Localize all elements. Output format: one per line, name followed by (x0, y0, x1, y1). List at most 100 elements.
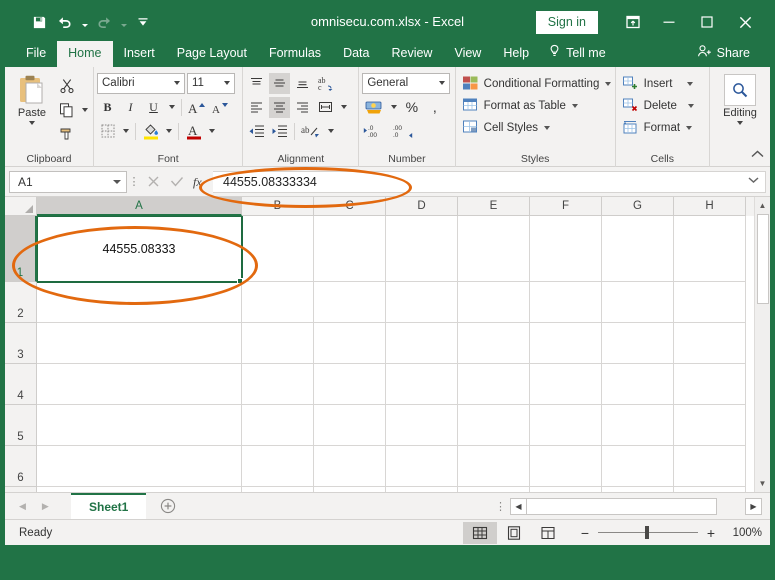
cell-f6[interactable] (530, 446, 602, 487)
underline-dropdown-icon[interactable] (166, 97, 177, 118)
number-format-combo[interactable]: General (362, 72, 451, 94)
delete-cells-button[interactable]: Delete (619, 95, 697, 117)
cancel-icon[interactable] (141, 171, 165, 193)
column-header-h[interactable]: H (674, 197, 746, 216)
cell-d3[interactable] (386, 323, 458, 364)
select-all-corner[interactable] (5, 197, 37, 216)
cell-f3[interactable] (530, 323, 602, 364)
undo-icon[interactable] (53, 10, 77, 34)
minimize-icon[interactable] (650, 8, 688, 36)
row-header-5[interactable]: 5 (5, 405, 37, 446)
cell-b2[interactable] (242, 282, 314, 323)
cell-d1[interactable] (386, 216, 458, 282)
orientation-icon[interactable]: ab c (315, 73, 339, 94)
cell-styles-dropdown-icon[interactable] (543, 126, 550, 130)
cell-f2[interactable] (530, 282, 602, 323)
merge-dropdown-icon[interactable] (338, 97, 349, 118)
page-layout-view-icon[interactable] (497, 522, 531, 544)
merge-center-dropdown-icon[interactable] (325, 121, 336, 142)
add-sheet-button[interactable] (146, 493, 190, 519)
redo-icon[interactable] (92, 10, 116, 34)
cell-a7[interactable] (37, 487, 242, 492)
copy-icon[interactable] (56, 99, 77, 120)
bold-button[interactable]: B (97, 97, 118, 118)
cell-a5[interactable] (37, 405, 242, 446)
cell-c1[interactable] (314, 216, 386, 282)
conditional-formatting-button[interactable]: Conditional Formatting (459, 73, 615, 95)
copy-dropdown-icon[interactable] (79, 99, 90, 120)
cell-styles-button[interactable]: Cell Styles (459, 117, 553, 139)
column-header-a[interactable]: A (37, 197, 242, 216)
cell-c5[interactable] (314, 405, 386, 446)
formula-input[interactable]: 44555.08333334 (213, 170, 766, 193)
percent-style-button[interactable]: % (401, 97, 422, 118)
wrap-text-icon[interactable] (315, 97, 336, 118)
cell-g5[interactable] (602, 405, 674, 446)
row-header-2[interactable]: 2 (5, 282, 37, 323)
column-header-b[interactable]: B (242, 197, 314, 216)
format-cells-button[interactable]: Format (619, 117, 695, 139)
name-box-dropdown-icon[interactable] (113, 180, 121, 184)
scroll-down-icon[interactable]: ▼ (755, 475, 771, 492)
font-size-dropdown-icon[interactable] (220, 81, 234, 85)
scroll-right-icon[interactable]: ▶ (745, 497, 762, 515)
paste-button[interactable]: Paste (8, 71, 56, 125)
decrease-font-size-button[interactable]: A (209, 97, 230, 118)
enter-icon[interactable] (165, 171, 189, 193)
cell-h5[interactable] (674, 405, 746, 446)
format-dropdown-icon[interactable] (686, 126, 693, 130)
cell-h1[interactable] (674, 216, 746, 282)
tab-view[interactable]: View (443, 41, 492, 67)
font-color-icon[interactable]: A (183, 121, 204, 142)
cell-b1[interactable] (242, 216, 314, 282)
zoom-slider-thumb[interactable] (645, 526, 649, 539)
tab-home[interactable]: Home (57, 41, 113, 67)
row-header-6[interactable]: 6 (5, 446, 37, 487)
merge-and-center-icon[interactable]: ab (299, 121, 323, 142)
cell-f1[interactable] (530, 216, 602, 282)
cell-h4[interactable] (674, 364, 746, 405)
collapse-ribbon-icon[interactable] (751, 150, 764, 162)
cell-h2[interactable] (674, 282, 746, 323)
increase-font-size-button[interactable]: A (186, 97, 207, 118)
tab-formulas[interactable]: Formulas (258, 41, 332, 67)
column-header-e[interactable]: E (458, 197, 530, 216)
customize-qat-icon[interactable] (131, 10, 155, 34)
insert-function-icon[interactable]: fx (189, 171, 213, 193)
cell-e5[interactable] (458, 405, 530, 446)
accounting-dropdown-icon[interactable] (388, 97, 399, 118)
decrease-indent-icon[interactable] (246, 121, 267, 142)
increase-indent-icon[interactable] (269, 121, 290, 142)
column-header-g[interactable]: G (602, 197, 674, 216)
grid-body[interactable]: 44555.08333 (37, 216, 754, 492)
borders-dropdown-icon[interactable] (120, 121, 131, 142)
next-sheet-icon[interactable]: ▶ (42, 501, 49, 512)
increase-decimal-icon[interactable]: .0.00 (362, 121, 388, 142)
normal-view-icon[interactable] (463, 521, 497, 544)
underline-button[interactable]: U (143, 97, 164, 118)
tab-page-layout[interactable]: Page Layout (166, 41, 258, 67)
cell-d6[interactable] (386, 446, 458, 487)
scroll-left-icon[interactable]: ◀ (510, 497, 527, 515)
cell-g6[interactable] (602, 446, 674, 487)
format-painter-icon[interactable] (56, 123, 77, 144)
zoom-out-button[interactable]: − (579, 525, 591, 541)
previous-sheet-icon[interactable]: ◀ (19, 501, 26, 512)
cell-g1[interactable] (602, 216, 674, 282)
align-middle-icon[interactable] (269, 72, 291, 94)
cell-h3[interactable] (674, 323, 746, 364)
paste-dropdown-icon[interactable] (29, 121, 35, 125)
insert-cells-button[interactable]: Insert (619, 73, 697, 95)
close-icon[interactable] (726, 8, 764, 36)
tab-insert[interactable]: Insert (113, 41, 166, 67)
tell-me-button[interactable]: Tell me (540, 39, 616, 67)
cell-b4[interactable] (242, 364, 314, 405)
fill-color-icon[interactable] (140, 121, 161, 142)
row-header-4[interactable]: 4 (5, 364, 37, 405)
cell-h6[interactable] (674, 446, 746, 487)
font-name-dropdown-icon[interactable] (170, 81, 184, 85)
horizontal-scrollbar[interactable]: ◀ ▶ (510, 493, 770, 519)
editing-button[interactable]: Editing (718, 74, 762, 125)
editing-dropdown-icon[interactable] (737, 121, 743, 125)
cell-c7[interactable] (314, 487, 386, 492)
